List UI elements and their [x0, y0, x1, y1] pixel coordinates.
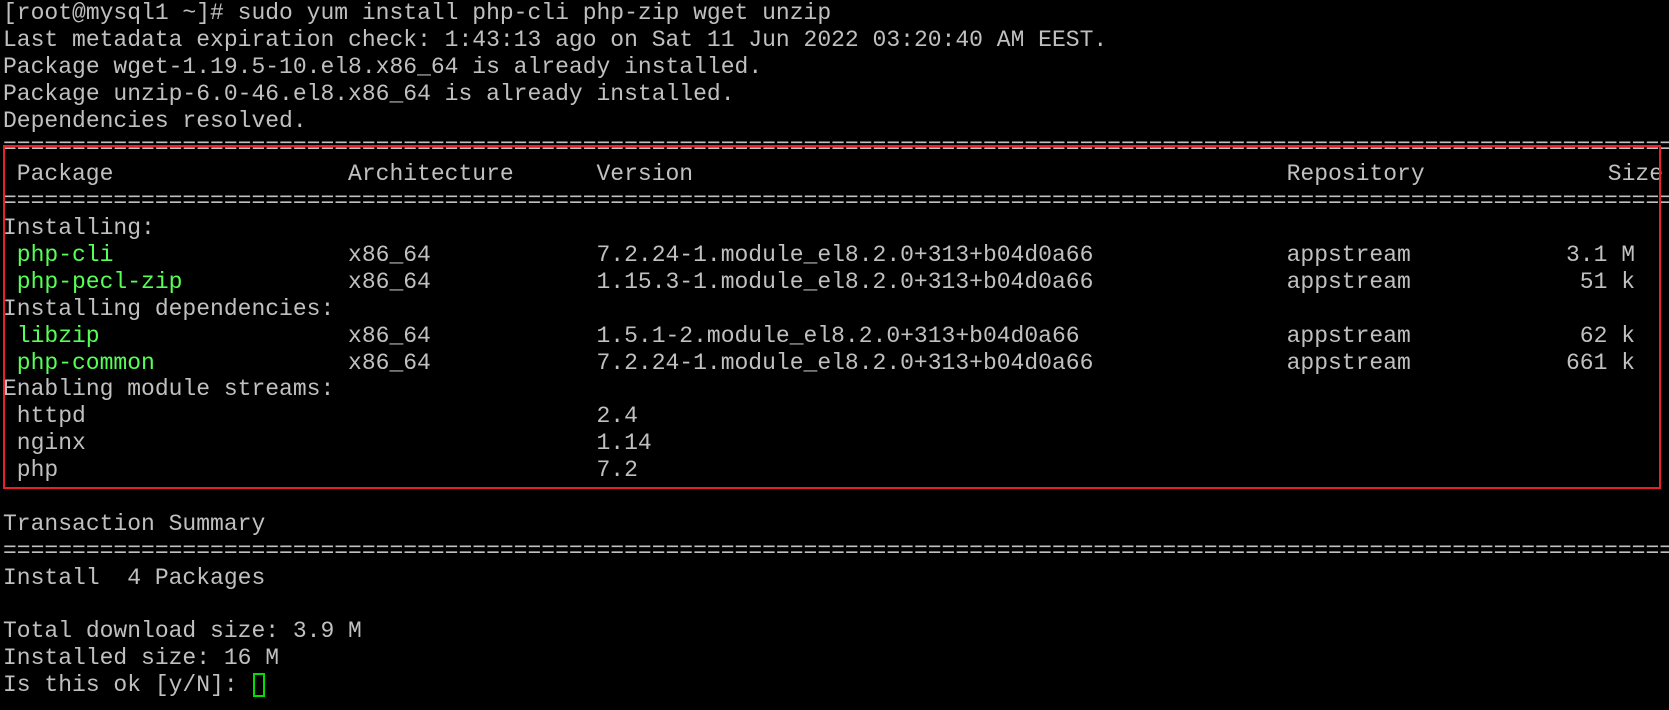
- table-row: php-cli x86_64 7.2.24-1.module_el8.2.0+3…: [3, 242, 1669, 269]
- install-count: Install 4 Packages: [3, 564, 266, 591]
- package-name: libzip: [16, 322, 100, 349]
- header-package: Package: [16, 161, 114, 188]
- cursor[interactable]: [253, 673, 266, 698]
- prompt-text: Is this ok [y/N]:: [3, 672, 252, 699]
- divider: ========================================…: [3, 537, 1669, 564]
- package-arch: x86_64: [348, 242, 431, 269]
- module-stream: httpd 2.4: [3, 403, 1669, 430]
- confirm-prompt[interactable]: Is this ok [y/N]:: [3, 672, 1669, 699]
- table-row: php-pecl-zip x86_64 1.15.3-1.module_el8.…: [3, 269, 1669, 296]
- package-repo: appstream: [1286, 268, 1411, 295]
- stream-version: 7.2: [596, 457, 638, 484]
- summary-title: Transaction Summary: [3, 510, 266, 537]
- package-arch: x86_64: [348, 322, 431, 349]
- output-line: Package unzip-6.0-46.el8.x86_64 is alrea…: [3, 80, 735, 107]
- package-version: 1.15.3-1.module_el8.2.0+313+b04d0a66: [596, 268, 1094, 295]
- package-arch: x86_64: [348, 349, 431, 376]
- header-size: Size: [1607, 161, 1663, 188]
- stream-name: php: [16, 457, 59, 484]
- package-repo: appstream: [1286, 322, 1411, 349]
- module-stream: php 7.2: [3, 457, 1669, 484]
- package-name: php-pecl-zip: [16, 268, 183, 295]
- package-version: 7.2.24-1.module_el8.2.0+313+b04d0a66: [596, 242, 1094, 269]
- group-label: Enabling module streams:: [3, 376, 335, 403]
- header-repo: Repository: [1286, 161, 1425, 188]
- command-line: [root@mysql1 ~]# sudo yum install php-cl…: [3, 0, 832, 26]
- group-label: Installing dependencies:: [3, 295, 335, 322]
- table-row: php-common x86_64 7.2.24-1.module_el8.2.…: [3, 350, 1669, 377]
- divider: ========================================…: [3, 188, 1669, 215]
- package-version: 1.5.1-2.module_el8.2.0+313+b04d0a66: [596, 322, 1080, 349]
- group-label: Installing:: [3, 215, 155, 242]
- output-line: Package wget-1.19.5-10.el8.x86_64 is alr…: [3, 53, 763, 80]
- package-arch: x86_64: [348, 268, 431, 295]
- package-version: 7.2.24-1.module_el8.2.0+313+b04d0a66: [596, 349, 1094, 376]
- package-size: 661 k: [1565, 349, 1635, 376]
- table-row: libzip x86_64 1.5.1-2.module_el8.2.0+313…: [3, 323, 1669, 350]
- table-header: Package Architecture Version Repository …: [3, 161, 1669, 188]
- package-size: 62 k: [1579, 322, 1635, 349]
- header-arch: Architecture: [348, 161, 514, 188]
- package-size: 3.1 M: [1565, 242, 1635, 269]
- output-line: Dependencies resolved.: [3, 107, 307, 134]
- header-version: Version: [596, 161, 694, 188]
- package-name: php-common: [16, 349, 155, 376]
- package-repo: appstream: [1286, 349, 1411, 376]
- package-repo: appstream: [1286, 242, 1411, 269]
- stream-name: httpd: [16, 403, 86, 430]
- installed-size: Installed size: 16 M: [3, 645, 280, 672]
- total-download-size: Total download size: 3.9 M: [3, 618, 362, 645]
- stream-version: 1.14: [596, 430, 652, 457]
- stream-name: nginx: [16, 430, 86, 457]
- package-size: 51 k: [1579, 268, 1635, 295]
- divider: ========================================…: [3, 134, 1669, 161]
- output-line: Last metadata expiration check: 1:43:13 …: [3, 26, 1108, 53]
- stream-version: 2.4: [596, 403, 638, 430]
- terminal-output: [root@mysql1 ~]# sudo yum install php-cl…: [3, 0, 1669, 699]
- module-stream: nginx 1.14: [3, 430, 1669, 457]
- package-name: php-cli: [16, 242, 114, 269]
